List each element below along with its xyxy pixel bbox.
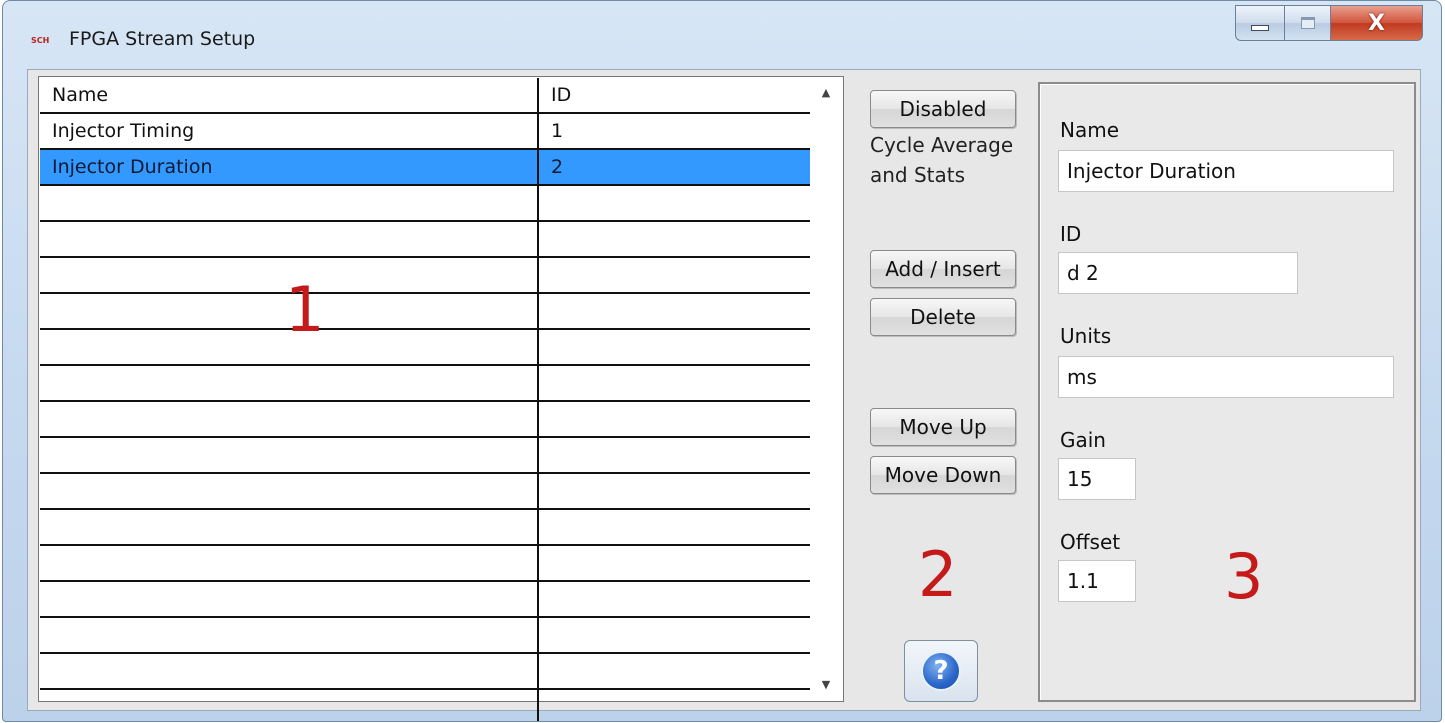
units-label: Units (1060, 324, 1112, 348)
table-row-empty[interactable] (40, 438, 810, 474)
cell-name (40, 582, 537, 616)
cell-id (537, 618, 810, 652)
maximize-icon (1300, 17, 1315, 29)
help-button[interactable]: ? (904, 640, 978, 702)
cell-id (537, 438, 810, 472)
scroll-down-icon[interactable]: ▼ (810, 674, 842, 696)
cell-id (537, 186, 810, 220)
table-header-row: Name ID (40, 78, 810, 114)
window-controls: X (1235, 5, 1423, 41)
cell-id (537, 366, 810, 400)
cell-name (40, 186, 537, 220)
cell-name (40, 402, 537, 436)
units-input[interactable]: ms (1058, 356, 1394, 398)
cell-id (537, 690, 810, 721)
cell-name (40, 546, 537, 580)
table-row-empty[interactable] (40, 546, 810, 582)
cell-name (40, 618, 537, 652)
id-input[interactable]: d 2 (1058, 252, 1298, 294)
move-up-button[interactable]: Move Up (870, 408, 1016, 446)
name-input[interactable]: Injector Duration (1058, 150, 1394, 192)
scroll-up-icon[interactable]: ▲ (810, 82, 842, 104)
cell-name (40, 474, 537, 508)
table-row-empty[interactable] (40, 258, 810, 294)
cell-id (537, 402, 810, 436)
cell-id (537, 546, 810, 580)
cell-name (40, 366, 537, 400)
column-header-id[interactable]: ID (537, 78, 810, 112)
cell-id (537, 474, 810, 508)
table-row-empty[interactable] (40, 186, 810, 222)
table-row-empty[interactable] (40, 618, 810, 654)
cycle-average-label: Cycle Average and Stats (870, 133, 1014, 187)
minimize-icon (1251, 25, 1269, 31)
table-row-empty[interactable] (40, 510, 810, 546)
cell-id (537, 510, 810, 544)
offset-label: Offset (1060, 530, 1121, 554)
title-bar[interactable]: SCH FPGA Stream Setup X (3, 1, 1441, 69)
cell-id (537, 582, 810, 616)
cell-name (40, 690, 537, 721)
table-row-empty[interactable] (40, 582, 810, 618)
annotation-2: 2 (918, 538, 958, 611)
close-icon: X (1368, 10, 1385, 36)
app-icon: SCH (31, 36, 50, 45)
table-row-empty[interactable] (40, 474, 810, 510)
properties-panel: Name Injector Duration ID d 2 Units ms G… (1038, 82, 1416, 702)
cell-name (40, 438, 537, 472)
table-body: Name ID Injector Timing 1 Injector Duratio… (40, 78, 810, 721)
table-row[interactable]: Injector Timing 1 (40, 114, 810, 150)
table-row-empty[interactable] (40, 654, 810, 690)
help-icon: ? (921, 651, 961, 691)
cell-id: 1 (537, 114, 810, 148)
table-row-empty[interactable] (40, 402, 810, 438)
offset-input[interactable]: 1.1 (1058, 560, 1136, 602)
table-row-empty[interactable] (40, 366, 810, 402)
client-area: Name ID Injector Timing 1 Injector Duratio… (27, 69, 1421, 721)
minimize-button[interactable] (1235, 5, 1285, 41)
move-down-button[interactable]: Move Down (870, 456, 1016, 494)
annotation-1: 1 (285, 273, 325, 346)
cell-name (40, 222, 537, 256)
disabled-button[interactable]: Disabled (870, 90, 1016, 128)
add-insert-button[interactable]: Add / Insert (870, 250, 1016, 288)
cell-id (537, 294, 810, 328)
column-header-name[interactable]: Name (40, 78, 537, 112)
vertical-scrollbar[interactable]: ▲ ▼ (810, 78, 842, 700)
delete-button[interactable]: Delete (870, 298, 1016, 336)
table-row-empty[interactable] (40, 330, 810, 366)
cell-id (537, 330, 810, 364)
table-row-empty[interactable] (40, 294, 810, 330)
app-window: SCH FPGA Stream Setup X Name ID Injector… (2, 0, 1442, 722)
cell-name: Injector Timing (52, 120, 195, 142)
table-row-empty[interactable] (40, 222, 810, 258)
stream-table[interactable]: Name ID Injector Timing 1 Injector Duratio… (38, 76, 844, 721)
id-label: ID (1060, 222, 1082, 246)
table-row-empty[interactable] (40, 690, 810, 721)
cell-id (537, 258, 810, 292)
cell-id (537, 654, 810, 688)
cell-id (537, 222, 810, 256)
close-button[interactable]: X (1331, 5, 1423, 41)
table-row[interactable]: Injector Duration 2 (40, 150, 810, 186)
cell-name (40, 654, 537, 688)
gain-label: Gain (1060, 428, 1106, 452)
name-label: Name (1060, 118, 1120, 142)
gain-input[interactable]: 15 (1058, 458, 1136, 500)
annotation-3: 3 (1224, 540, 1264, 613)
window-title: FPGA Stream Setup (69, 28, 256, 50)
cell-name (40, 510, 537, 544)
maximize-button[interactable] (1285, 5, 1331, 41)
cell-id: 2 (537, 150, 810, 184)
cell-name: Injector Duration (52, 156, 213, 178)
